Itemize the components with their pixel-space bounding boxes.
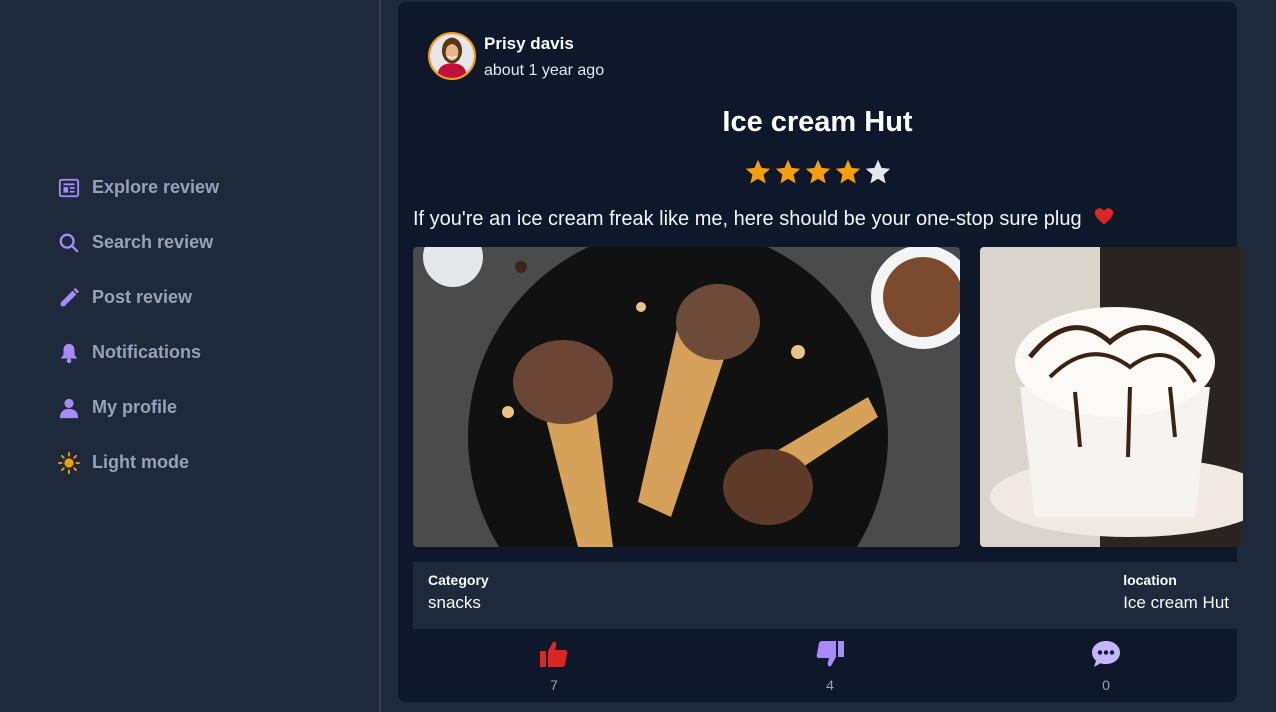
review-meta: Category snacks location Ice cream Hut <box>413 562 1243 629</box>
dislike-button[interactable]: 4 <box>814 638 846 693</box>
author-info: Prisy davis about 1 year ago <box>484 32 604 80</box>
comment-count: 0 <box>1102 677 1110 693</box>
star-rating <box>398 158 1237 186</box>
review-body: If you're an ice cream freak like me, he… <box>413 208 1082 230</box>
main-feed: Prisy davis about 1 year ago Ice cream H… <box>381 0 1276 712</box>
post-timestamp: about 1 year ago <box>484 62 605 79</box>
sidebar-item-light-mode[interactable]: Light mode <box>58 435 219 490</box>
category-value: snacks <box>428 593 481 612</box>
sidebar-item-my-profile[interactable]: My profile <box>58 380 219 435</box>
comment-icon <box>1090 638 1122 675</box>
location-value: Ice cream Hut <box>1123 593 1229 612</box>
chocolate-ice-cream-cones-image[interactable] <box>413 247 960 547</box>
review-text: If you're an ice cream freak like me, he… <box>413 207 1115 233</box>
like-count: 7 <box>550 677 558 693</box>
star-icon <box>805 159 830 184</box>
star-icon <box>775 159 800 184</box>
sidebar: Explore review Search review Post review… <box>0 0 381 712</box>
review-title: Ice cream Hut <box>722 106 913 138</box>
review-card: Prisy davis about 1 year ago Ice cream H… <box>398 2 1243 702</box>
like-button[interactable]: 7 <box>538 638 570 693</box>
sidebar-item-post-review[interactable]: Post review <box>58 270 219 325</box>
dislike-count: 4 <box>826 677 834 693</box>
star-icon <box>835 159 860 184</box>
sun-icon <box>58 451 80 474</box>
thumbs-up-icon <box>538 638 570 675</box>
sidebar-item-notifications[interactable]: Notifications <box>58 325 219 380</box>
search-icon <box>58 232 80 254</box>
user-icon <box>58 397 80 419</box>
category-label: Category <box>428 572 489 588</box>
whipped-cream-drink-image[interactable] <box>980 247 1243 547</box>
comment-button[interactable]: 0 <box>1090 638 1122 693</box>
sidebar-item-label: Notifications <box>92 342 202 362</box>
sidebar-item-label: Explore review <box>92 177 220 197</box>
star-icon <box>745 159 770 184</box>
category-block: Category snacks <box>428 572 489 613</box>
thumbs-down-icon <box>814 638 846 675</box>
newspaper-icon <box>58 177 80 199</box>
sidebar-nav: Explore review Search review Post review… <box>58 160 219 490</box>
location-block: location Ice cream Hut <box>1123 572 1229 613</box>
sidebar-item-label: My profile <box>92 397 178 417</box>
author-name[interactable]: Prisy davis <box>484 34 604 54</box>
sidebar-item-label: Light mode <box>92 452 189 472</box>
post-author: Prisy davis about 1 year ago <box>428 32 604 80</box>
sidebar-item-search-review[interactable]: Search review <box>58 215 219 270</box>
heart-icon <box>1093 207 1115 233</box>
sidebar-item-label: Post review <box>92 287 193 307</box>
sidebar-item-explore-review[interactable]: Explore review <box>58 160 219 215</box>
star-empty-icon <box>865 159 890 184</box>
location-label: location <box>1123 572 1177 588</box>
sidebar-item-label: Search review <box>92 232 214 252</box>
pencil-icon <box>58 287 80 309</box>
bell-icon <box>58 342 80 364</box>
avatar[interactable] <box>428 32 476 80</box>
review-actions: 7 4 0 <box>398 638 1237 694</box>
